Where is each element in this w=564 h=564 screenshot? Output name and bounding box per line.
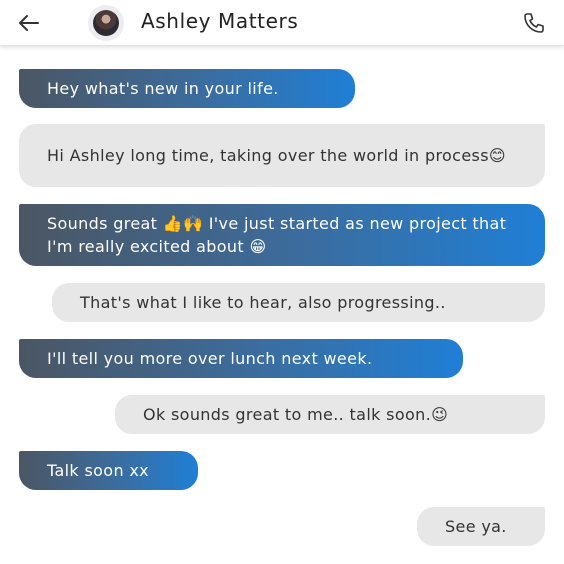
message-bubble-received[interactable]: Ok sounds great to me.. talk soon.😉 (115, 395, 545, 434)
message-text: Talk soon xx (47, 461, 150, 480)
message-text: Hi Ashley long time, taking over the wor… (47, 146, 506, 165)
message-text: Hey what's new in your life. (47, 79, 279, 98)
message-bubble-received[interactable]: Hi Ashley long time, taking over the wor… (19, 124, 545, 187)
contact-name[interactable]: Ashley Matters (141, 9, 298, 33)
message-bubble-sent[interactable]: Hey what's new in your life. (19, 69, 355, 108)
chat-header: Ashley Matters (0, 0, 564, 46)
message-text: See ya. (445, 517, 507, 536)
call-button[interactable] (520, 10, 548, 36)
message-text: Ok sounds great to me.. talk soon.😉 (143, 405, 449, 424)
message-bubble-sent[interactable]: I'll tell you more over lunch next week. (19, 339, 463, 378)
avatar[interactable] (86, 9, 126, 37)
message-bubble-sent[interactable]: Talk soon xx (19, 451, 198, 490)
message-bubble-received[interactable]: That's what I like to hear, also progres… (52, 283, 545, 322)
message-text: Sounds great 👍🙌 I've just started as new… (47, 214, 507, 256)
message-bubble-sent[interactable]: Sounds great 👍🙌 I've just started as new… (19, 204, 545, 266)
message-bubble-received[interactable]: See ya. (417, 507, 545, 546)
avatar-image (93, 10, 119, 36)
phone-icon (524, 13, 544, 33)
message-text: I'll tell you more over lunch next week. (47, 349, 373, 368)
message-text: That's what I like to hear, also progres… (80, 293, 446, 312)
arrow-left-icon (19, 15, 39, 31)
back-button[interactable] (14, 10, 44, 36)
